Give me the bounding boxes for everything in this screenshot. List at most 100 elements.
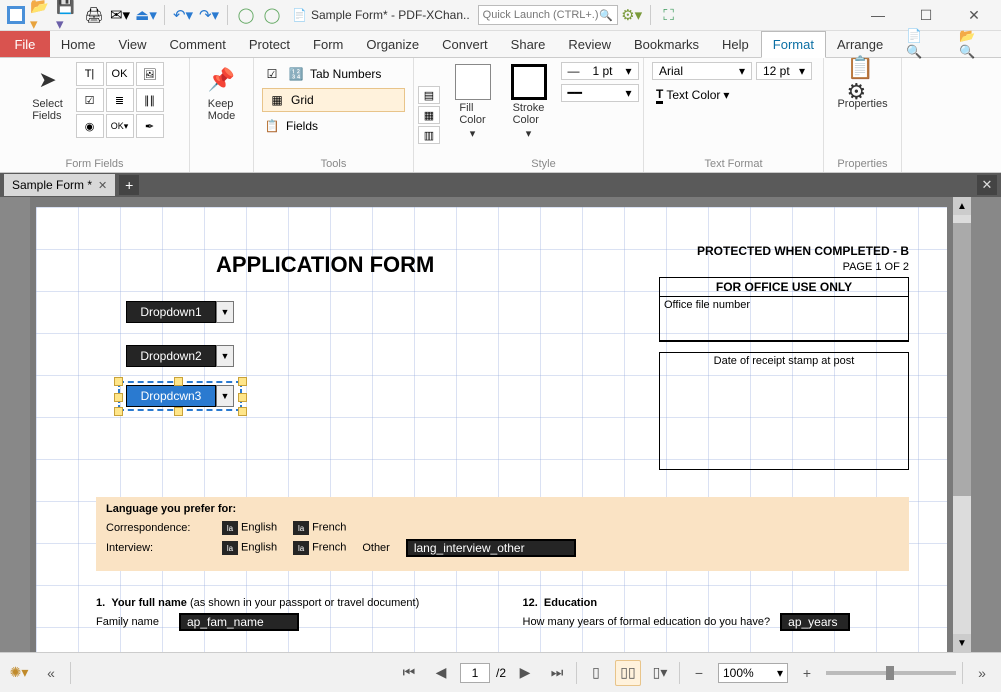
grid-toggle[interactable]: ▦Grid xyxy=(262,88,405,112)
stroke-color-button[interactable]: Stroke Color▾ xyxy=(505,62,553,142)
close-tab-icon[interactable]: ✕ xyxy=(98,179,107,192)
barcode-tool[interactable]: ∥∥ xyxy=(136,88,164,112)
nav-back-icon[interactable]: ◯ xyxy=(234,3,258,27)
close-button[interactable]: ✕ xyxy=(951,0,997,31)
close-all-tabs-button[interactable]: ✕ xyxy=(977,175,997,195)
mail-icon[interactable]: ✉▾ xyxy=(108,3,132,27)
canvas[interactable]: APPLICATION FORM PROTECTED WHEN COMPLETE… xyxy=(30,197,953,652)
tab-arrange[interactable]: Arrange xyxy=(826,31,895,57)
font-size-select[interactable]: 12 pt▾ xyxy=(756,62,812,80)
tab-comment[interactable]: Comment xyxy=(159,31,238,57)
tab-form[interactable]: Form xyxy=(302,31,355,57)
scroll-down-icon[interactable]: ▼ xyxy=(953,634,971,652)
corr-french-check[interactable]: laFrench xyxy=(293,521,346,535)
tab-home[interactable]: Home xyxy=(50,31,108,57)
dropdown3-field[interactable]: Dropdcwn3▼ xyxy=(126,385,234,407)
font-select[interactable]: Arial▾ xyxy=(652,62,752,80)
zoom-out-button[interactable]: − xyxy=(686,660,712,686)
ui-options-icon[interactable]: ⚙▾ xyxy=(620,3,644,27)
other-lang-field[interactable]: lang_interview_other xyxy=(406,539,576,557)
minimize-button[interactable]: — xyxy=(855,0,901,31)
tab-organize[interactable]: Organize xyxy=(355,31,431,57)
fit-icon[interactable]: ⛶ xyxy=(657,3,681,27)
sig-tool[interactable]: ✒ xyxy=(136,114,164,138)
button-tool[interactable]: OK xyxy=(106,62,134,86)
tab-view[interactable]: View xyxy=(108,31,159,57)
tab-help[interactable]: Help xyxy=(711,31,761,57)
layout-continuous-icon[interactable]: ▯▯ xyxy=(615,660,641,686)
checkbox-tool[interactable]: ☑ xyxy=(76,88,104,112)
tab-share[interactable]: Share xyxy=(500,31,558,57)
resize-handle[interactable] xyxy=(174,407,183,416)
zoom-select[interactable]: 100%▾ xyxy=(718,663,788,683)
resize-handle[interactable] xyxy=(174,377,183,386)
slider-knob[interactable] xyxy=(886,666,894,680)
line-style-select[interactable]: ━━▾ xyxy=(561,84,639,102)
textfield-tool[interactable]: T| xyxy=(76,62,104,86)
dropdown1-field[interactable]: Dropdown1▼ xyxy=(126,301,234,323)
nav-fwd-icon[interactable]: ◯ xyxy=(260,3,284,27)
listbox-tool[interactable]: ≣ xyxy=(106,88,134,112)
zoom-in-button[interactable]: + xyxy=(794,660,820,686)
redo-icon[interactable]: ↷▾ xyxy=(197,3,221,27)
line-width-select[interactable]: —1 pt▾ xyxy=(561,62,639,80)
dropdown2-field[interactable]: Dropdown2▼ xyxy=(126,345,234,367)
expand-left-icon[interactable]: « xyxy=(38,660,64,686)
resize-handle[interactable] xyxy=(238,393,247,402)
find-icon[interactable]: 📄🔍 xyxy=(895,31,948,57)
maximize-button[interactable]: ☐ xyxy=(903,0,949,31)
tab-review[interactable]: Review xyxy=(557,31,623,57)
scroll-up-icon[interactable]: ▲ xyxy=(953,197,971,215)
corr-english-check[interactable]: laEnglish xyxy=(222,521,277,535)
app-icon[interactable] xyxy=(4,3,28,27)
tab-bookmarks[interactable]: Bookmarks xyxy=(623,31,711,57)
page-input[interactable] xyxy=(460,663,490,683)
save-icon[interactable]: 💾▾ xyxy=(56,3,80,27)
fields-button[interactable]: 📋Fields xyxy=(262,114,405,138)
file-menu[interactable]: File xyxy=(0,31,50,57)
align-tool-1[interactable]: ▤ xyxy=(418,86,440,104)
doctab-sample-form[interactable]: Sample Form *✕ xyxy=(4,174,115,196)
expand-right-icon[interactable]: » xyxy=(969,660,995,686)
education-years-field[interactable]: ap_years xyxy=(780,613,850,631)
select-fields-button[interactable]: ➤ Select Fields xyxy=(26,62,70,124)
quick-launch-input[interactable]: Quick Launch (CTRL+.)🔍 xyxy=(478,5,618,25)
right-pane-strip[interactable] xyxy=(971,197,1001,652)
prev-page-button[interactable]: ◀ xyxy=(428,660,454,686)
last-page-button[interactable]: ⏭ xyxy=(544,660,570,686)
tab-convert[interactable]: Convert xyxy=(431,31,500,57)
family-name-field[interactable]: ap_fam_name xyxy=(179,613,299,631)
layout-single-icon[interactable]: ▯ xyxy=(583,660,609,686)
options-icon[interactable]: ✺▾ xyxy=(6,660,32,686)
left-pane-strip[interactable] xyxy=(0,197,30,652)
fill-color-button[interactable]: Fill Color▾ xyxy=(449,62,497,142)
tab-format[interactable]: Format xyxy=(761,31,826,58)
scan-icon[interactable]: ⏏▾ xyxy=(134,3,158,27)
resize-handle[interactable] xyxy=(114,377,123,386)
resize-handle[interactable] xyxy=(238,407,247,416)
print-icon[interactable]: 🖨 xyxy=(82,3,106,27)
properties-button[interactable]: 📋⚙ Properties xyxy=(831,62,893,112)
first-page-button[interactable]: ⏮ xyxy=(396,660,422,686)
search-docs-icon[interactable]: 📂🔍 xyxy=(948,31,1001,57)
int-french-check[interactable]: laFrench xyxy=(293,541,346,555)
text-color-button[interactable]: TText Color▾ xyxy=(652,84,815,106)
undo-icon[interactable]: ↶▾ xyxy=(171,3,195,27)
image-tool[interactable]: 🖼 xyxy=(136,62,164,86)
scroll-thumb[interactable] xyxy=(953,223,971,496)
vertical-scrollbar[interactable]: ▲ ▼ xyxy=(953,197,971,652)
resize-handle[interactable] xyxy=(114,407,123,416)
resize-handle[interactable] xyxy=(238,377,247,386)
tab-numbers-toggle[interactable]: ☑🔢Tab Numbers xyxy=(262,62,405,86)
resize-handle[interactable] xyxy=(114,393,123,402)
tab-protect[interactable]: Protect xyxy=(238,31,302,57)
new-tab-button[interactable]: + xyxy=(119,175,139,195)
align-tool-2[interactable]: ▦ xyxy=(418,106,440,124)
next-page-button[interactable]: ▶ xyxy=(512,660,538,686)
combo-tool[interactable]: OK▾ xyxy=(106,114,134,138)
keep-mode-button[interactable]: 📌 Keep Mode xyxy=(200,62,244,124)
open-icon[interactable]: 📂▾ xyxy=(30,3,54,27)
align-tool-3[interactable]: ▥ xyxy=(418,126,440,144)
int-english-check[interactable]: laEnglish xyxy=(222,541,277,555)
radio-tool[interactable]: ◉ xyxy=(76,114,104,138)
